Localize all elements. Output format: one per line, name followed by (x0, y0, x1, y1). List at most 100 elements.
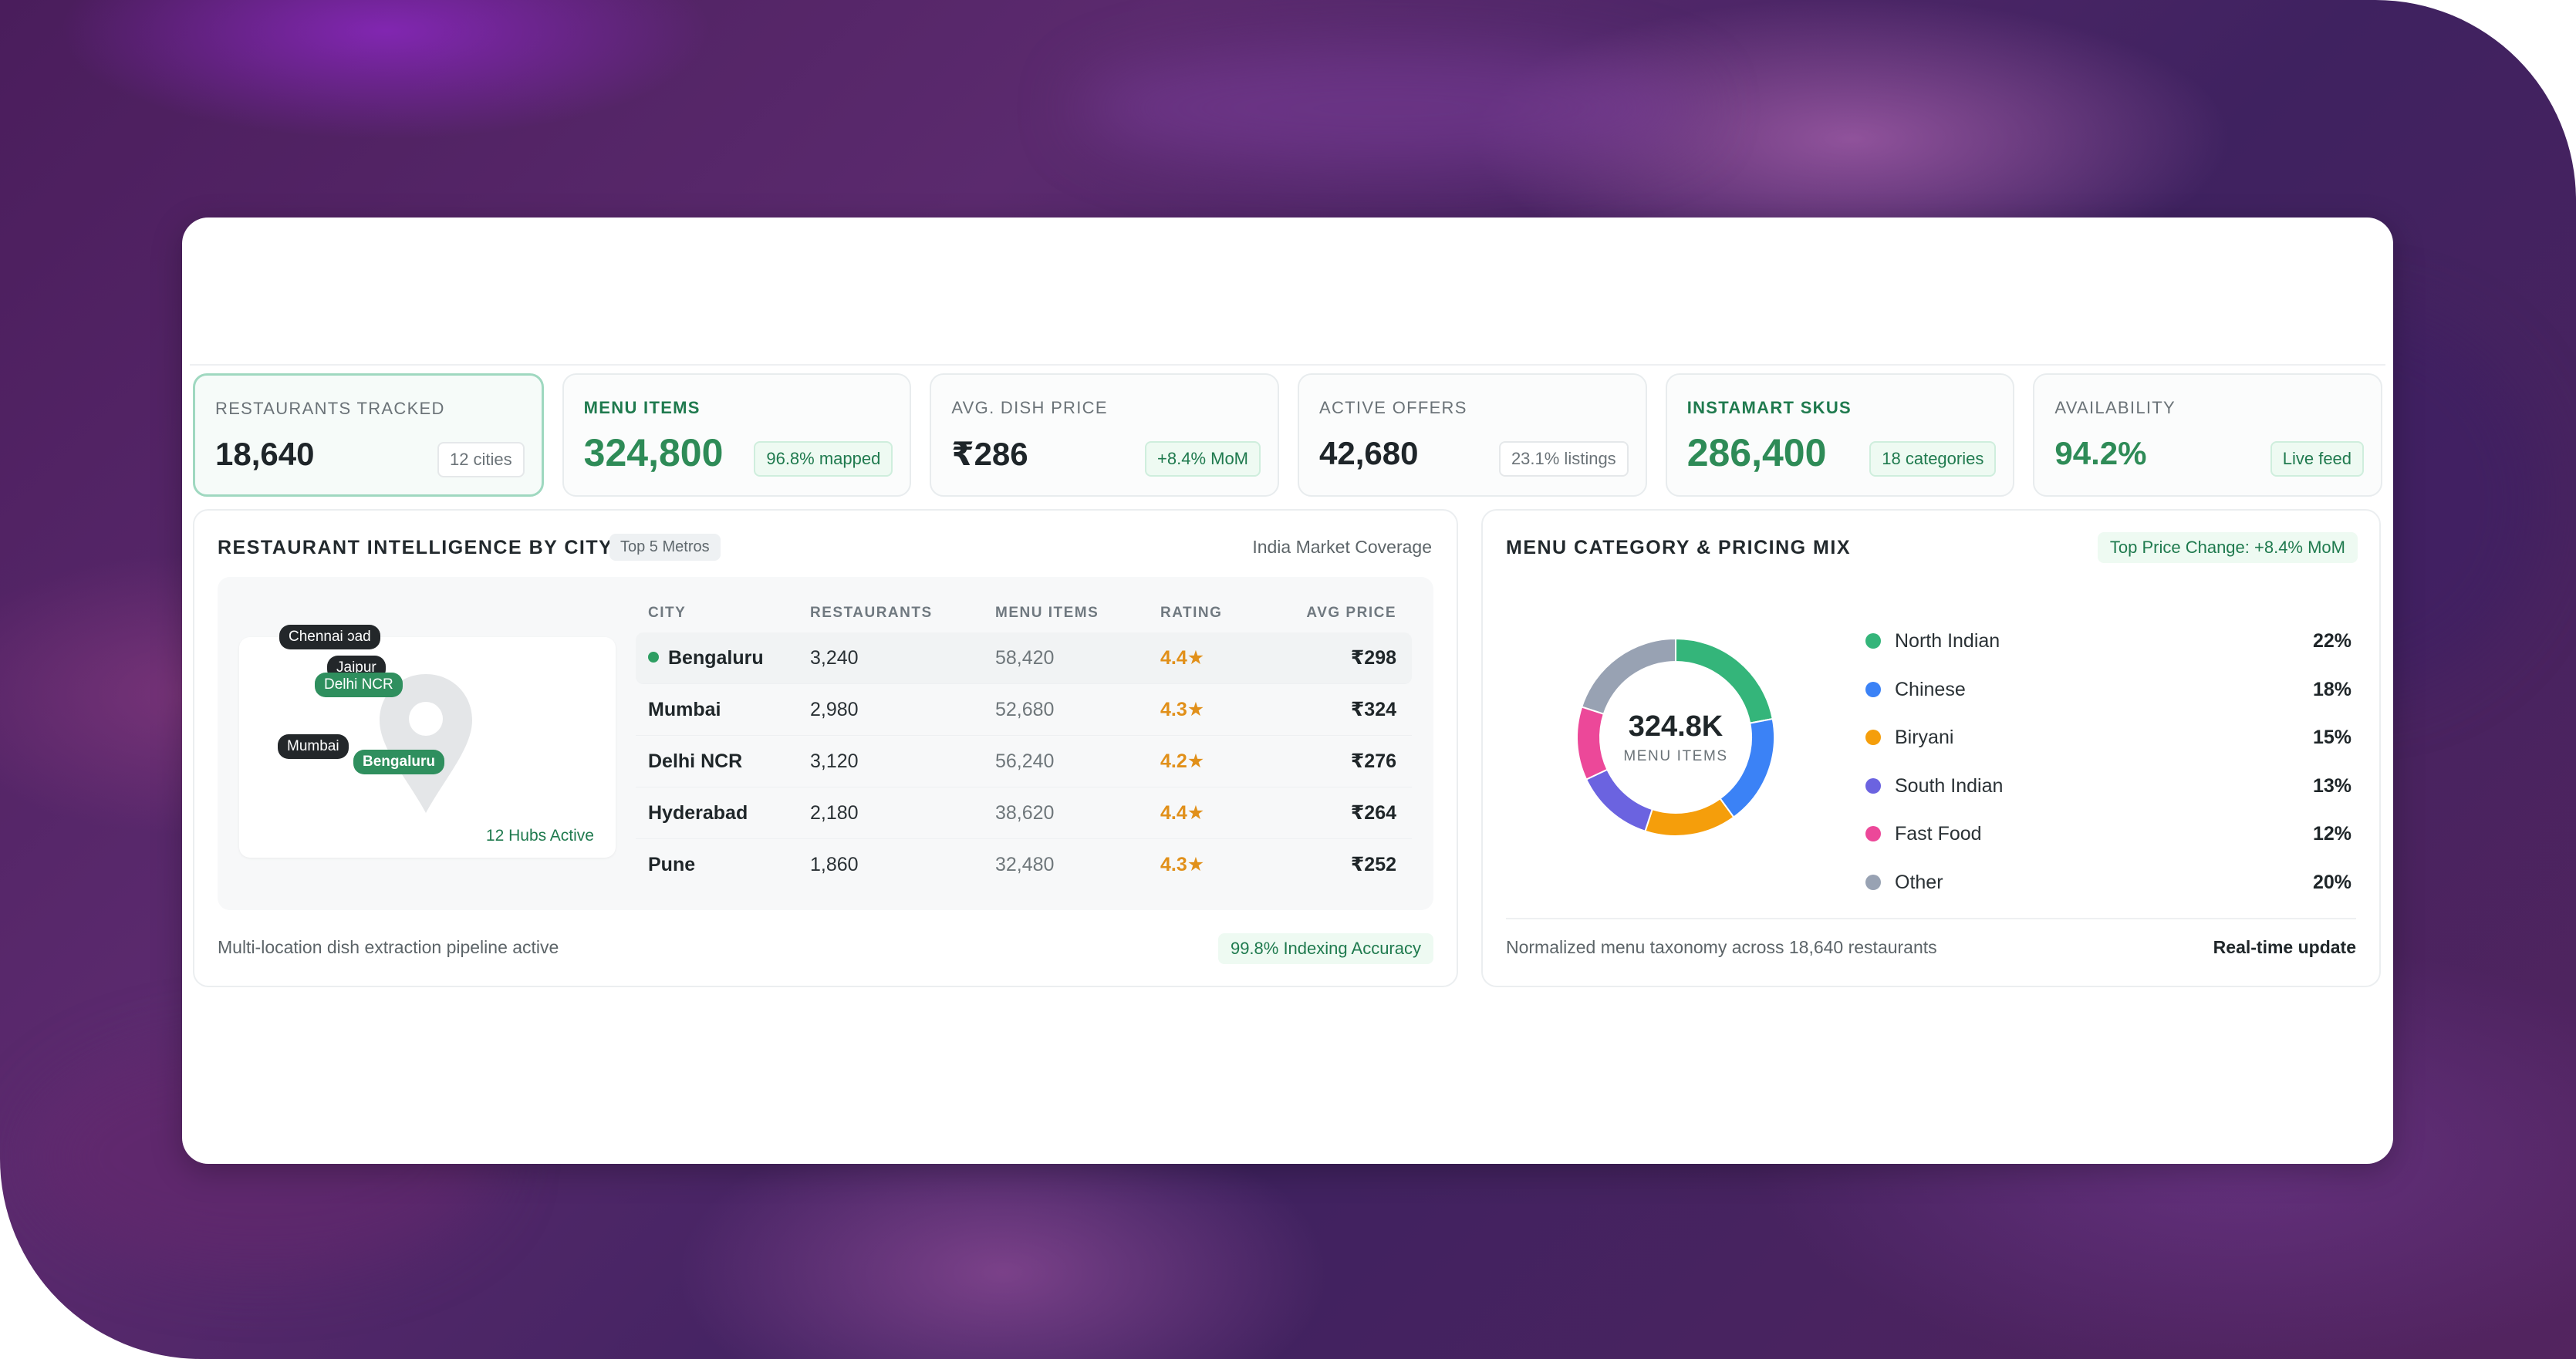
cell-menu-items: 52,680 (995, 699, 1055, 720)
legend-item[interactable]: Fast Food 12% (1865, 810, 2351, 858)
cell-restaurants: 2,980 (810, 699, 859, 720)
donut-center: 324.8K MENU ITEMS (1560, 622, 1791, 853)
panel-divider (1506, 918, 2356, 919)
kpi-tag: 96.8% mapped (754, 441, 893, 477)
legend-dot (1865, 730, 1881, 745)
table-row[interactable]: Delhi NCR 3,120 56,240 4.2★ ₹276 (636, 736, 1412, 787)
kpi-tag: Live feed (2270, 441, 2365, 477)
cell-menu-items: 38,620 (995, 802, 1055, 824)
cell-menu-items: 32,480 (995, 854, 1055, 875)
kpi-tag: 12 cities (437, 442, 525, 477)
kpi-value: 42,680 (1319, 435, 1419, 471)
legend-label: Biryani (1895, 727, 1954, 748)
legend-value: 18% (2312, 678, 2351, 700)
kpi-label: AVAILABILITY (2054, 398, 2176, 417)
legend-value: 13% (2312, 774, 2351, 797)
kpi-active-offers[interactable]: ACTIVE OFFERS 42,680 23.1% listings (1298, 373, 1647, 497)
legend-dot (1865, 633, 1881, 649)
legend-item[interactable]: Chinese 18% (1865, 666, 2351, 714)
table-header: CITY RESTAURANTS MENU ITEMS RATING AVG P… (636, 594, 1412, 632)
city-table: CITY RESTAURANTS MENU ITEMS RATING AVG P… (636, 594, 1412, 890)
map-label-mumbai[interactable]: Mumbai (278, 734, 349, 759)
cell-restaurants: 2,180 (810, 802, 859, 824)
legend-label: Fast Food (1895, 823, 1982, 845)
table-row[interactable]: Bengaluru 3,240 58,420 4.4★ ₹298 (636, 632, 1412, 684)
header-restaurants[interactable]: RESTAURANTS (810, 594, 933, 632)
header-divider (190, 364, 2385, 366)
category-mix-panel: MENU CATEGORY & PRICING MIX Top Price Ch… (1481, 509, 2381, 987)
cell-rating: 4.4★ (1160, 647, 1205, 669)
legend-dot (1865, 874, 1881, 890)
cell-avg-price: ₹298 (1350, 647, 1396, 669)
header-city[interactable]: CITY (648, 594, 686, 632)
legend-item[interactable]: Other 20% (1865, 858, 2351, 907)
header-menu-items[interactable]: MENU ITEMS (995, 594, 1099, 632)
kpi-tag: 23.1% listings (1498, 441, 1629, 477)
table-row[interactable]: Pune 1,860 32,480 4.3★ ₹252 (636, 839, 1412, 890)
legend-dot (1865, 777, 1881, 794)
cell-restaurants: 3,240 (810, 647, 859, 669)
top-metros-chip[interactable]: Top 5 Metros (609, 534, 721, 561)
donut-total-label: MENU ITEMS (1623, 747, 1728, 764)
legend-value: 22% (2312, 630, 2351, 652)
city-content: Jaipur Chennai ɔad Delhi NCR Mumbai Beng… (218, 577, 1433, 910)
legend-dot (1865, 681, 1881, 697)
kpi-row: RESTAURANTS TRACKED 18,640 12 cities MEN… (193, 373, 2383, 497)
kpi-restaurants-tracked[interactable]: RESTAURANTS TRACKED 18,640 12 cities (193, 373, 544, 497)
cell-rating: 4.3★ (1160, 699, 1205, 720)
kpi-value: 286,400 (1686, 431, 1827, 474)
cell-avg-price: ₹252 (1350, 854, 1396, 875)
kpi-label: INSTAMART SKUS (1686, 398, 1852, 417)
table-row[interactable]: Hyderabad 2,180 38,620 4.4★ ₹264 (636, 787, 1412, 839)
legend-item[interactable]: Biryani 15% (1865, 713, 2351, 762)
donut-chart: 324.8K MENU ITEMS (1560, 622, 1791, 853)
legend-item[interactable]: South Indian 13% (1865, 762, 2351, 811)
kpi-avg-dish-price[interactable]: AVG. DISH PRICE ₹286 +8.4% MoM (930, 373, 1280, 497)
kpi-value: 324,800 (583, 431, 724, 474)
cell-restaurants: 1,860 (810, 854, 859, 875)
indexing-accuracy-chip: 99.8% Indexing Accuracy (1217, 933, 1433, 964)
legend-label: North Indian (1895, 630, 2000, 652)
legend-label: South Indian (1895, 774, 2004, 797)
cell-avg-price: ₹324 (1350, 699, 1396, 720)
cell-city: Pune (648, 854, 696, 875)
kpi-tag: +8.4% MoM (1145, 441, 1261, 477)
cell-rating: 4.4★ (1160, 802, 1205, 824)
cell-rating: 4.3★ (1160, 854, 1205, 875)
panel-title: RESTAURANT INTELLIGENCE BY CITY (218, 537, 613, 558)
cell-city: Mumbai (648, 699, 721, 720)
map-label-hyderabad[interactable]: Chennai ɔad (279, 625, 380, 649)
donut-total-value: 324.8K (1628, 710, 1724, 743)
city-intelligence-panel: RESTAURANT INTELLIGENCE BY CITY Top 5 Me… (193, 509, 1458, 987)
map-label-text: Chennai (289, 629, 343, 645)
legend-label: Chinese (1895, 678, 1966, 700)
map-label-text-overlap: ɔad (347, 629, 371, 645)
cell-city: Bengaluru (648, 632, 764, 683)
kpi-value: 94.2% (2054, 435, 2147, 471)
city-map[interactable]: Jaipur Chennai ɔad Delhi NCR Mumbai Beng… (239, 625, 616, 858)
map-label-delhi[interactable]: Delhi NCR (315, 673, 403, 697)
header-avg-price[interactable]: AVG PRICE (1306, 594, 1396, 632)
market-coverage-label: India Market Coverage (1252, 537, 1432, 557)
table-row[interactable]: Mumbai 2,980 52,680 4.3★ ₹324 (636, 684, 1412, 736)
kpi-instamart-skus[interactable]: INSTAMART SKUS 286,400 18 categories (1665, 373, 2015, 497)
legend-label: Other (1895, 871, 1943, 893)
kpi-label: MENU ITEMS (583, 398, 701, 417)
kpi-menu-items[interactable]: MENU ITEMS 324,800 96.8% mapped (562, 373, 912, 497)
category-legend: North Indian 22% Chinese 18% Biryani 15% South… (1865, 617, 2351, 906)
panel-title: MENU CATEGORY & PRICING MIX (1506, 537, 1852, 558)
header-rating[interactable]: RATING (1160, 594, 1222, 632)
kpi-value: 18,640 (215, 436, 315, 472)
cell-rating: 4.2★ (1160, 750, 1205, 772)
cell-avg-price: ₹276 (1350, 750, 1396, 772)
kpi-label: AVG. DISH PRICE (951, 398, 1108, 417)
kpi-label: RESTAURANTS TRACKED (215, 399, 445, 418)
legend-dot (1865, 826, 1881, 841)
price-change-chip: Top Price Change: +8.4% MoM (2097, 532, 2358, 563)
cell-city-text: Bengaluru (668, 647, 764, 669)
legend-item[interactable]: North Indian 22% (1865, 617, 2351, 666)
map-label-bengaluru[interactable]: Bengaluru (353, 750, 444, 774)
kpi-availability[interactable]: AVAILABILITY 94.2% Live feed (2033, 373, 2383, 497)
realtime-update-label: Real-time update (2213, 937, 2356, 957)
hubs-active-label: 12 Hubs Active (485, 827, 594, 845)
